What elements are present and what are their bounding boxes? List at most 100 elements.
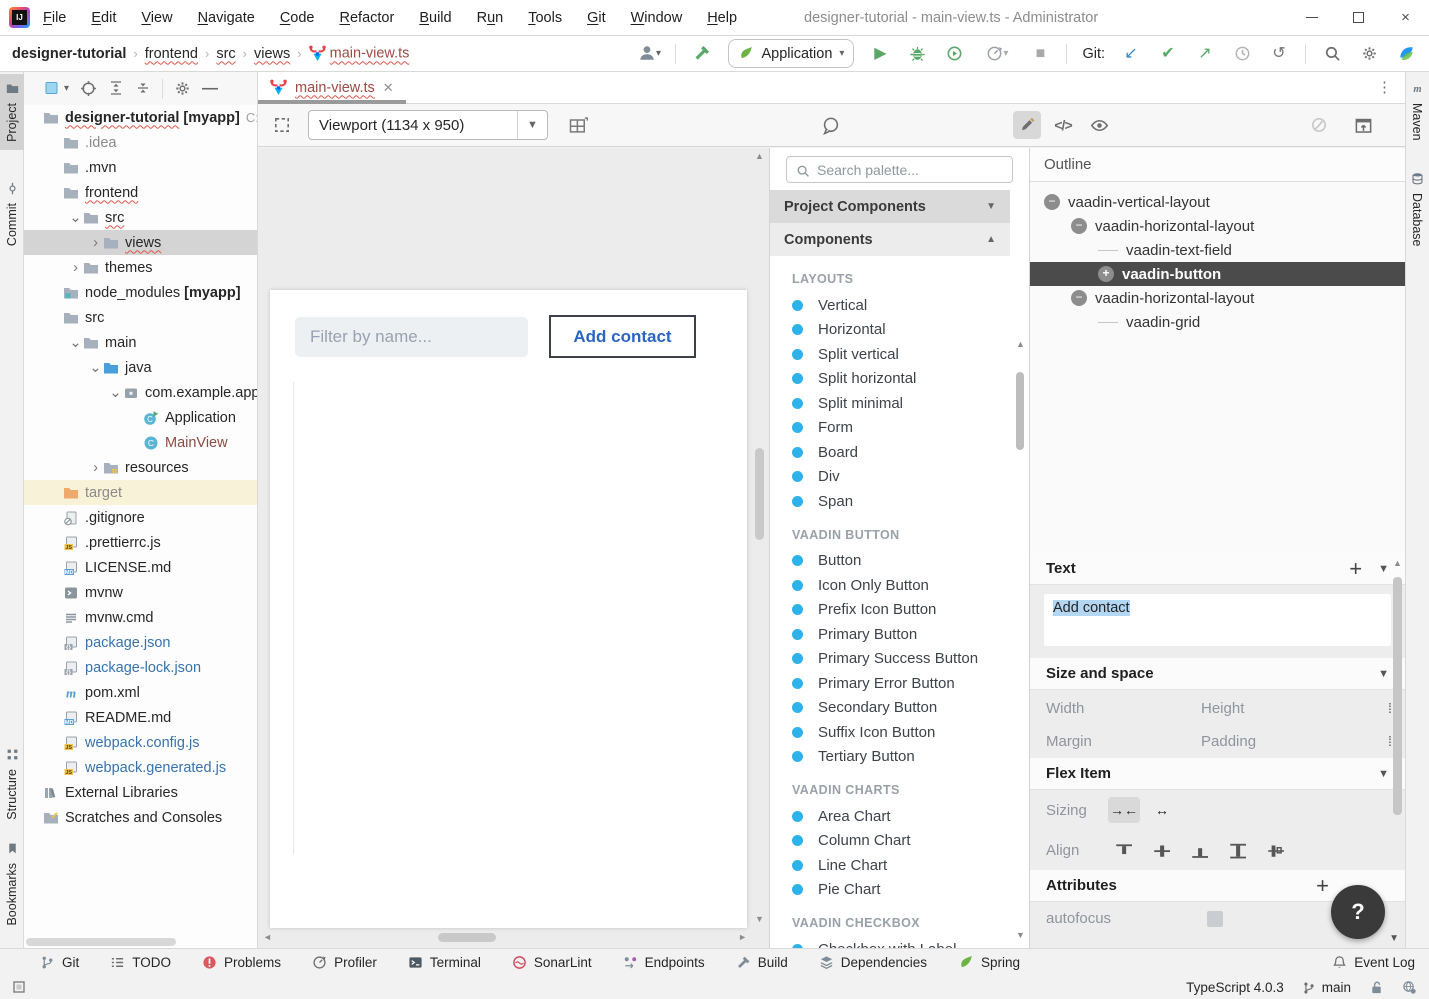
- section-size-and-space[interactable]: Size and space ▼: [1030, 658, 1405, 690]
- collapse-flex-icon[interactable]: ▼: [1378, 768, 1389, 780]
- toolwindow-tab-sonarlint[interactable]: SonarLint: [512, 954, 592, 970]
- history-button[interactable]: [1231, 43, 1253, 65]
- git-push-button[interactable]: ↗: [1194, 43, 1216, 65]
- palette-item-area-chart[interactable]: Area Chart: [792, 804, 1008, 829]
- toolwindow-tab-git[interactable]: Git: [40, 954, 79, 970]
- tree-chevron-down-icon[interactable]: ⌄: [88, 360, 103, 376]
- feedback-bubble-icon[interactable]: [816, 111, 844, 139]
- viewport-select[interactable]: Viewport (1134 x 950) ▼: [308, 110, 548, 140]
- menu-file[interactable]: File: [43, 10, 66, 26]
- menu-git[interactable]: Git: [587, 10, 606, 26]
- tree-item-target[interactable]: target: [24, 480, 257, 505]
- width-field[interactable]: Width: [1046, 700, 1201, 717]
- tree-item-resources[interactable]: ›resources: [24, 455, 257, 480]
- tree-item-themes[interactable]: ›themes: [24, 255, 257, 280]
- outline-node-vaadin-button[interactable]: +vaadin-button: [1030, 262, 1405, 286]
- collapse-node-icon[interactable]: −: [1071, 290, 1087, 306]
- palette-item-form[interactable]: Form: [792, 416, 1008, 441]
- tree-item-webpack-config-js[interactable]: JSwebpack.config.js: [24, 730, 257, 755]
- align-center-icon[interactable]: [1146, 837, 1176, 863]
- palette-item-split-horizontal[interactable]: Split horizontal: [792, 367, 1008, 392]
- tree-item-mainview[interactable]: CMainView: [24, 430, 257, 455]
- git-commit-button[interactable]: ✔: [1157, 43, 1179, 65]
- toolwindow-tab-bookmarks[interactable]: Bookmarks: [0, 834, 24, 922]
- toolwindow-tab-problems[interactable]: Problems: [202, 954, 281, 970]
- tree-item-pom-xml[interactable]: mpom.xml: [24, 680, 257, 705]
- breadcrumb-main-view-ts[interactable]: main-view.ts: [309, 45, 410, 62]
- toolwindow-tab-profiler[interactable]: Profiler: [312, 954, 377, 970]
- margin-field[interactable]: Margin: [1046, 733, 1201, 750]
- palette-item-tertiary-button[interactable]: Tertiary Button: [792, 745, 1008, 770]
- tree-item-views[interactable]: ›views: [24, 230, 257, 255]
- project-horizontal-scrollbar[interactable]: [26, 938, 176, 946]
- typescript-version[interactable]: TypeScript 4.0.3: [1186, 980, 1284, 995]
- open-in-window-icon[interactable]: [1349, 111, 1377, 139]
- breadcrumb-views[interactable]: views: [254, 46, 290, 62]
- scroll-down-icon[interactable]: ▼: [755, 915, 764, 924]
- tree-item-readme-md[interactable]: MDREADME.md: [24, 705, 257, 730]
- tree-item-src[interactable]: src: [24, 305, 257, 330]
- sizing-shrink-icon[interactable]: →←: [1108, 797, 1140, 823]
- highlighting-level-icon[interactable]: [1402, 979, 1417, 995]
- tree-item-main[interactable]: ⌄main: [24, 330, 257, 355]
- tree-chevron-down-icon[interactable]: ⌄: [68, 210, 83, 226]
- viewport-dropdown-arrow-icon[interactable]: ▼: [517, 111, 547, 139]
- hide-panel-icon[interactable]: —: [202, 80, 218, 98]
- palette-section-components[interactable]: Components▲: [770, 223, 1010, 256]
- text-value-editor[interactable]: Add contact: [1044, 594, 1391, 646]
- settings-gear-icon[interactable]: [1358, 43, 1380, 65]
- scroll-right-icon[interactable]: ►: [738, 933, 747, 942]
- menu-refactor[interactable]: Refactor: [340, 10, 395, 26]
- toolwindow-tab-event-log[interactable]: Event Log: [1332, 954, 1415, 970]
- tree-chevron-down-icon[interactable]: ⌄: [108, 385, 123, 401]
- rotate-viewport-icon[interactable]: [564, 111, 592, 139]
- palette-item-checkbox-with-label[interactable]: Checkbox with Label: [792, 937, 1008, 948]
- artboard[interactable]: Filter by name... Add contact: [270, 290, 747, 928]
- git-branch-widget[interactable]: main: [1302, 979, 1351, 994]
- palette-item-split-minimal[interactable]: Split minimal: [792, 391, 1008, 416]
- toolwindow-tab-dependencies[interactable]: Dependencies: [819, 954, 927, 970]
- project-settings-gear-icon[interactable]: [174, 80, 191, 98]
- toolwindow-tab-database[interactable]: Database: [1405, 164, 1429, 264]
- add-text-icon[interactable]: +: [1349, 556, 1362, 582]
- palette-scroll-thumb[interactable]: [1016, 372, 1024, 450]
- tab-main-view-ts[interactable]: main-view.ts ✕: [258, 72, 406, 103]
- outline-node-vaadin-vertical-layout[interactable]: −vaadin-vertical-layout: [1030, 190, 1405, 214]
- canvas-text-field[interactable]: Filter by name...: [295, 317, 528, 357]
- expand-all-icon[interactable]: [108, 80, 124, 98]
- palette-item-vertical[interactable]: Vertical: [792, 293, 1008, 318]
- scroll-left-icon[interactable]: ◄: [263, 933, 272, 942]
- tree-chevron-right-icon[interactable]: ›: [68, 260, 83, 276]
- toolwindow-tab-commit[interactable]: Commit: [0, 174, 24, 254]
- palette-item-board[interactable]: Board: [792, 440, 1008, 465]
- code-mode-icon[interactable]: </>: [1049, 111, 1077, 139]
- maximize-button[interactable]: [1335, 0, 1382, 35]
- menu-code[interactable]: Code: [280, 10, 315, 26]
- tree-item-package-json[interactable]: {}package.json: [24, 630, 257, 655]
- palette-section-project-components[interactable]: Project Components▼: [770, 190, 1010, 223]
- tree-chevron-right-icon[interactable]: ›: [88, 235, 103, 251]
- palette-item-pie-chart[interactable]: Pie Chart: [792, 878, 1008, 903]
- section-text[interactable]: Text + ▼: [1030, 553, 1405, 585]
- palette-item-primary-success-button[interactable]: Primary Success Button: [792, 647, 1008, 672]
- toolwindow-toggle-icon[interactable]: [12, 978, 28, 996]
- locate-file-icon[interactable]: [80, 80, 97, 98]
- collapse-all-icon[interactable]: [135, 80, 151, 98]
- expand-node-icon[interactable]: +: [1098, 266, 1114, 282]
- palette-search-input[interactable]: Search palette...: [786, 156, 1013, 183]
- toolwindow-tab-endpoints[interactable]: Endpoints: [623, 954, 705, 970]
- tree-item--prettierrc-js[interactable]: JS.prettierrc.js: [24, 530, 257, 555]
- menu-tools[interactable]: Tools: [528, 10, 562, 26]
- menu-run[interactable]: Run: [477, 10, 504, 26]
- palette-item-column-chart[interactable]: Column Chart: [792, 829, 1008, 854]
- menu-view[interactable]: View: [141, 10, 172, 26]
- palette-item-icon-only-button[interactable]: Icon Only Button: [792, 573, 1008, 598]
- breadcrumb-src[interactable]: src: [216, 46, 235, 62]
- tree-item-node-modules[interactable]: node_modules [myapp]: [24, 280, 257, 305]
- plugin-logo-icon[interactable]: [1395, 43, 1417, 65]
- profiler-button[interactable]: ▾: [980, 43, 1014, 65]
- autofocus-checkbox[interactable]: [1207, 911, 1223, 927]
- palette-item-primary-error-button[interactable]: Primary Error Button: [792, 671, 1008, 696]
- tree-item-mvnw-cmd[interactable]: mvnw.cmd: [24, 605, 257, 630]
- palette-scrollbar[interactable]: ▲ ▼: [1013, 338, 1027, 942]
